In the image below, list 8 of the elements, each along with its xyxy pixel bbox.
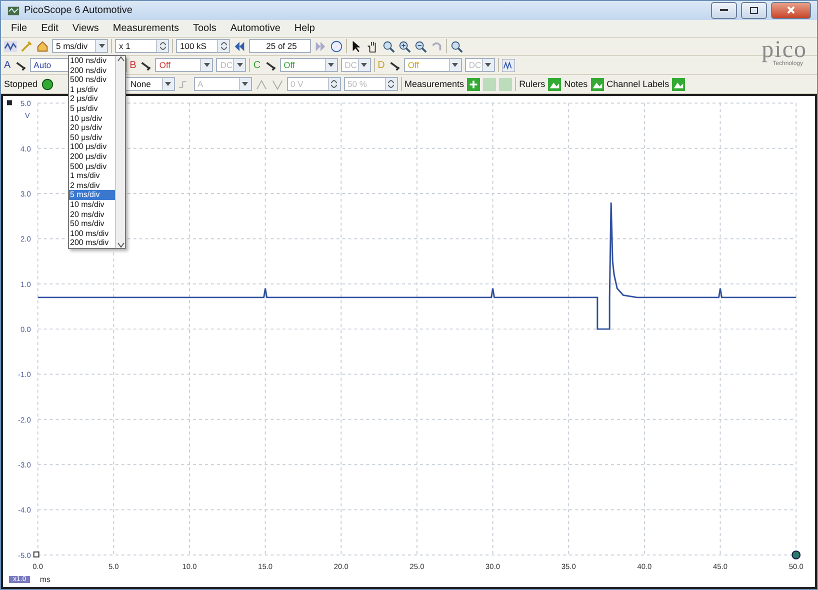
window-title: PicoScope 6 Automotive (24, 4, 134, 16)
toolbar-label: Notes (564, 79, 588, 90)
status-text: Stopped (4, 79, 38, 90)
toolbar-label: Rulers (519, 79, 546, 90)
toolbar-label: Measurements (404, 79, 464, 90)
x-unit-label: ms (40, 574, 50, 584)
toolbar-label: Channel Labels (606, 79, 670, 90)
logo-text: pico (762, 39, 807, 61)
